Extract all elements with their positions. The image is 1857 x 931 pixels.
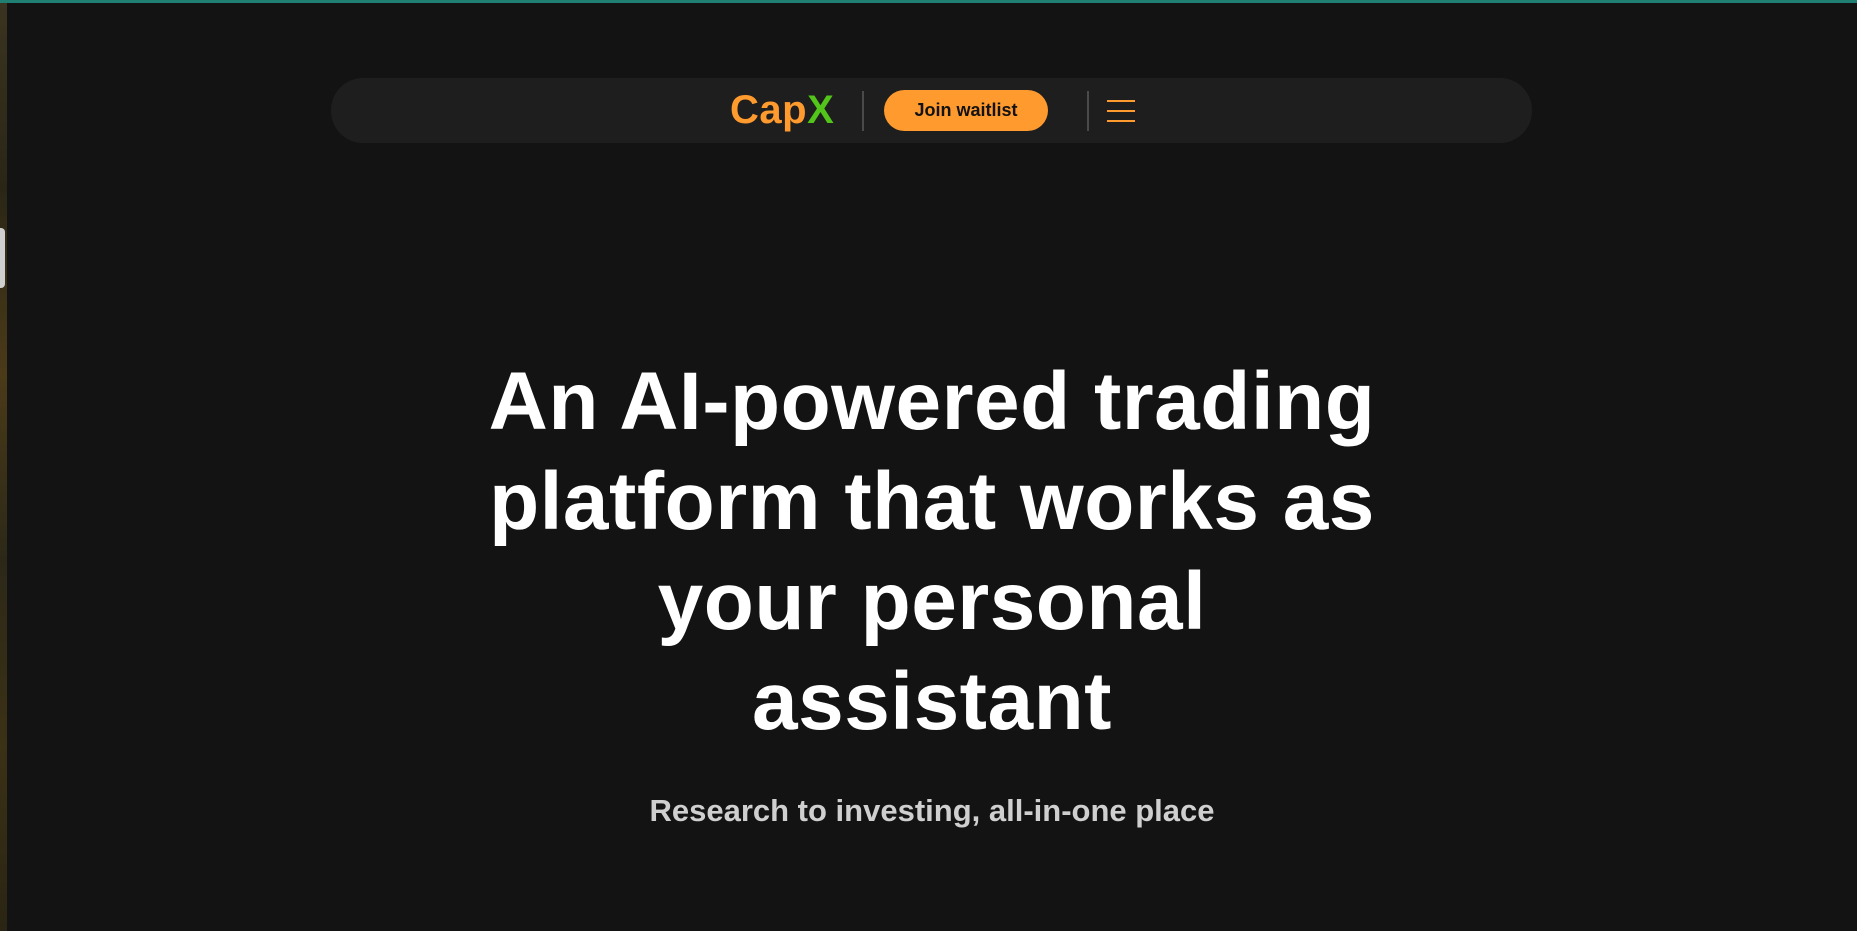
side-tab-handle[interactable] xyxy=(0,228,5,288)
top-accent-line xyxy=(0,0,1857,3)
navbar-divider xyxy=(1087,91,1089,131)
hero-title-line: your personal xyxy=(657,556,1207,647)
brand-logo-x: X xyxy=(807,88,835,132)
hero-subtitle: Research to investing, all-in-one place xyxy=(649,793,1215,828)
hero-title: An AI-powered trading platform that work… xyxy=(0,352,1857,752)
menu-bar xyxy=(1107,100,1135,102)
top-navbar: CapX Join waitlist xyxy=(331,78,1532,143)
brand-logo[interactable]: CapX xyxy=(730,88,834,132)
menu-bar xyxy=(1107,110,1135,112)
brand-logo-cap: Cap xyxy=(730,88,808,132)
hamburger-menu-icon[interactable] xyxy=(1107,98,1135,124)
menu-bar xyxy=(1107,120,1135,122)
hero-title-line: platform that works as xyxy=(489,456,1375,547)
page: CapX Join waitlist An AI-powered trading… xyxy=(0,0,1857,931)
hero-title-line: An AI-powered trading xyxy=(488,356,1376,447)
navbar-divider xyxy=(862,91,864,131)
hero-title-line: assistant xyxy=(751,656,1112,747)
join-waitlist-button[interactable]: Join waitlist xyxy=(884,90,1048,131)
